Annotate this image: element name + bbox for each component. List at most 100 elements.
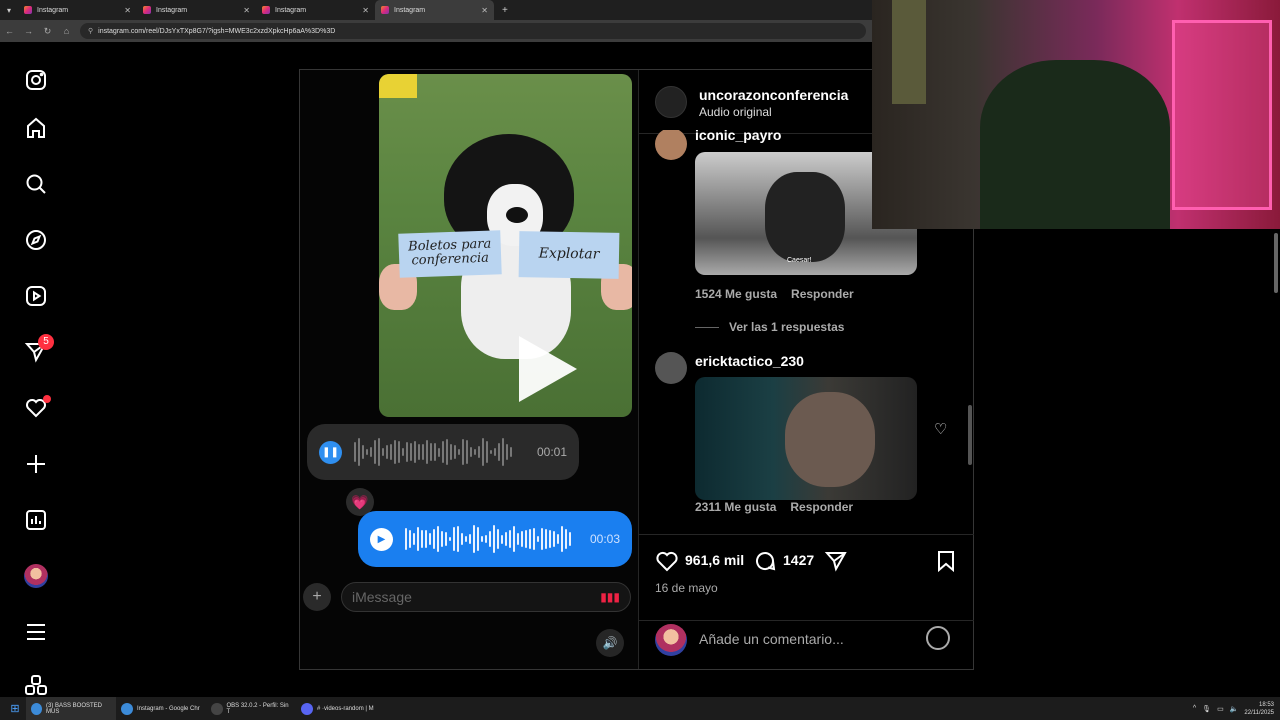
profile-avatar[interactable]: [24, 564, 48, 588]
add-comment-input[interactable]: Añade un comentario...: [699, 631, 844, 647]
waveform-bar: [545, 528, 547, 550]
post-actions: 961,6 mil 1427 16 de mayo Añade un comen…: [639, 534, 974, 669]
reply-button[interactable]: Responder: [790, 500, 853, 514]
waveform-bar: [442, 441, 444, 463]
author-username[interactable]: uncorazonconferencia: [699, 87, 848, 103]
waveform-bar: [557, 533, 559, 545]
more-apps-icon[interactable]: [24, 674, 48, 698]
commenter-avatar[interactable]: [655, 130, 687, 160]
browser-tab[interactable]: Instagram ✕: [256, 0, 375, 20]
create-plus-icon[interactable]: [24, 452, 48, 476]
waveform-bar: [569, 532, 571, 546]
waveform-bar: [445, 532, 447, 546]
plus-icon[interactable]: +: [303, 583, 331, 611]
pause-icon[interactable]: ❚❚: [319, 440, 342, 464]
decoration: [379, 74, 417, 98]
comment-username[interactable]: ericktactico_230: [695, 353, 804, 369]
home-icon[interactable]: ⌂: [57, 26, 76, 36]
scrollbar-thumb[interactable]: [1274, 233, 1278, 293]
comment-username[interactable]: iconic_payro: [695, 130, 781, 143]
webcam-overlay: [872, 0, 1280, 229]
search-icon[interactable]: [24, 172, 48, 196]
comment-gif-movie[interactable]: [695, 377, 917, 500]
waveform-bar: [490, 449, 492, 455]
waveform-bar: [441, 530, 443, 548]
waveform-bar: [493, 525, 495, 553]
save-bookmark-icon[interactable]: [934, 549, 958, 578]
comment-bubble-icon[interactable]: [753, 549, 777, 578]
reel-video[interactable]: Boletos para conferencia Explotar ❚❚ 00:…: [300, 70, 638, 669]
reels-icon[interactable]: [24, 284, 48, 308]
received-voice-message[interactable]: ❚❚ 00:01: [307, 424, 579, 480]
sign-card-left: Boletos para conferencia: [398, 230, 502, 278]
forward-icon[interactable]: →: [19, 26, 38, 36]
speaker-icon[interactable]: 🔈: [1230, 705, 1239, 713]
waveform-bar: [505, 532, 507, 546]
share-icon[interactable]: [824, 549, 848, 578]
waveform-bar: [537, 536, 539, 542]
explore-icon[interactable]: [24, 228, 48, 252]
tray-chevron-icon[interactable]: ^: [1193, 705, 1196, 712]
close-tab-icon[interactable]: ✕: [124, 6, 131, 15]
view-replies-button[interactable]: Ver las 1 respuestas: [695, 320, 844, 334]
microphone-icon[interactable]: 🎙: [1202, 705, 1211, 713]
comments-count[interactable]: 1427: [783, 552, 814, 568]
home-icon[interactable]: [24, 116, 48, 140]
waveform-bar: [486, 441, 488, 463]
commenter-avatar[interactable]: [655, 352, 687, 384]
emoji-icon[interactable]: [926, 626, 950, 650]
menu-icon[interactable]: [24, 620, 48, 644]
imessage-input-row: + iMessage ▮▮▮: [300, 572, 638, 622]
like-heart-icon[interactable]: [655, 549, 679, 578]
likes-count[interactable]: 961,6 mil: [685, 552, 744, 568]
waveform-bar: [402, 448, 404, 456]
reply-button[interactable]: Responder: [791, 287, 854, 301]
play-icon[interactable]: ▶: [370, 527, 393, 551]
instagram-favicon-icon: [24, 6, 32, 14]
sent-voice-message[interactable]: ▶ 00:03: [358, 511, 632, 567]
waveform-bar: [382, 448, 384, 456]
reload-icon[interactable]: ↻: [38, 26, 57, 37]
close-tab-icon[interactable]: ✕: [362, 6, 369, 15]
waveform-bar: [529, 529, 531, 549]
clock[interactable]: 18:53 22/11/2025: [1244, 701, 1274, 717]
back-icon[interactable]: ←: [0, 26, 19, 36]
windows-start-icon[interactable]: ⊞: [4, 702, 26, 715]
comment-like-heart-icon[interactable]: ♡: [934, 420, 947, 438]
site-info-icon[interactable]: ⚲: [88, 27, 93, 35]
tab-search-button[interactable]: ▾: [0, 0, 18, 20]
chrome-icon: [31, 702, 42, 715]
close-tab-icon[interactable]: ✕: [243, 6, 250, 15]
network-icon[interactable]: ▭: [1217, 705, 1224, 713]
play-icon[interactable]: [519, 336, 577, 402]
taskbar-item[interactable]: OBS 32.0.2 - Perfil: Sin T: [206, 697, 296, 720]
comments-scrollbar[interactable]: [968, 405, 972, 465]
url-field[interactable]: ⚲ instagram.com/reel/DJsYxTXp8G7/?igsh=MW…: [80, 23, 866, 39]
audio-waveform-icon[interactable]: ▮▮▮: [600, 590, 620, 604]
page-scrollbar[interactable]: [1273, 229, 1279, 694]
comment-likes[interactable]: 1524 Me gusta: [695, 287, 777, 301]
volume-icon[interactable]: 🔊: [596, 629, 624, 657]
close-tab-icon[interactable]: ✕: [481, 6, 488, 15]
taskbar-item[interactable]: # ·videos-random | M: [296, 697, 386, 720]
dog-video-thumbnail[interactable]: Boletos para conferencia Explotar: [379, 74, 632, 417]
comment-likes[interactable]: 2311 Me gusta: [695, 500, 776, 514]
instagram-logo-icon[interactable]: [24, 68, 48, 92]
taskbar-item[interactable]: (3) BASS BOOSTED MUS: [26, 697, 116, 720]
imessage-field[interactable]: iMessage ▮▮▮: [341, 582, 631, 612]
audio-label[interactable]: Audio original: [699, 105, 772, 119]
tab-title: Instagram: [37, 6, 69, 14]
dashboard-icon[interactable]: [24, 508, 48, 532]
post-date[interactable]: 16 de mayo: [655, 581, 718, 595]
taskbar-item[interactable]: Instagram - Google Chr: [116, 697, 206, 720]
waveform-bar: [409, 529, 411, 549]
waveform-bar: [433, 529, 435, 549]
browser-tab[interactable]: Instagram ✕: [137, 0, 256, 20]
author-avatar[interactable]: [655, 86, 687, 118]
waveform-bar: [502, 438, 504, 466]
waveform-bar: [425, 529, 427, 549]
browser-tab-active[interactable]: Instagram ✕: [375, 0, 494, 20]
browser-tab[interactable]: Instagram ✕: [18, 0, 137, 20]
new-tab-button[interactable]: +: [502, 5, 508, 16]
waveform-bar: [510, 446, 512, 458]
